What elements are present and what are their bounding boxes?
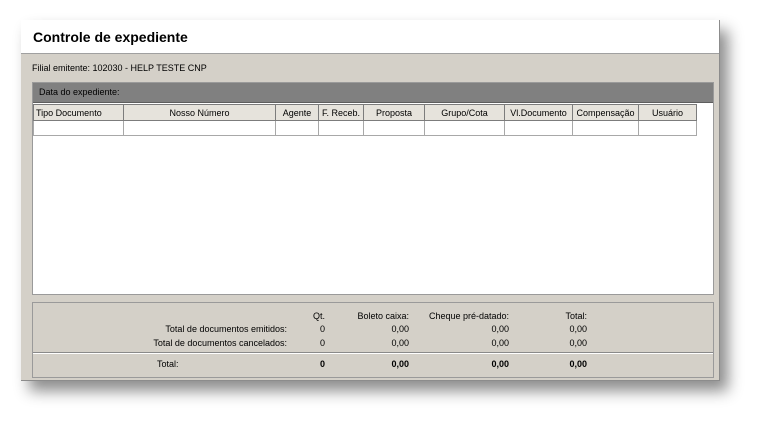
- table-cell[interactable]: [638, 120, 697, 136]
- total-emitidos-total: 0,00: [569, 324, 587, 334]
- totals-header-boleto: Boleto caixa:: [357, 311, 409, 321]
- col-header-compensacao[interactable]: Compensação: [572, 104, 639, 121]
- table-cell[interactable]: [123, 120, 276, 136]
- col-header-grupo-cota[interactable]: Grupo/Cota: [424, 104, 505, 121]
- panel-header: Data do expediente:: [33, 83, 713, 103]
- total-cancelados-qt: 0: [319, 338, 325, 348]
- totals-header-qt: Qt.: [312, 311, 325, 321]
- table-cell[interactable]: [424, 120, 505, 136]
- documents-panel: Data do expediente: Tipo Documento Nosso…: [32, 82, 714, 295]
- total-emitidos-qt: 0: [319, 324, 325, 334]
- total-cancelados-cheque: 0,00: [491, 338, 509, 348]
- total-cancelados-label: Total de documentos cancelados:: [153, 338, 287, 348]
- totals-panel: Qt. Boleto caixa: Cheque pré-datado: Tot…: [32, 302, 714, 378]
- table-cell[interactable]: [33, 120, 124, 136]
- grand-total-total: 0,00: [569, 359, 587, 369]
- total-cancelados-boleto: 0,00: [391, 338, 409, 348]
- grand-total-cheque: 0,00: [491, 359, 509, 369]
- totals-header-total: Total:: [565, 311, 587, 321]
- expediente-window: Controle de expediente Filial emitente: …: [21, 20, 720, 381]
- col-header-agente[interactable]: Agente: [275, 104, 319, 121]
- table-cell[interactable]: [363, 120, 425, 136]
- total-cancelados-total: 0,00: [569, 338, 587, 348]
- table-cell[interactable]: [318, 120, 364, 136]
- total-emitidos-boleto: 0,00: [391, 324, 409, 334]
- col-header-tipo-documento[interactable]: Tipo Documento: [33, 104, 124, 121]
- table-cell[interactable]: [572, 120, 639, 136]
- col-header-f-receb[interactable]: F. Receb.: [318, 104, 364, 121]
- grand-total-qt: 0: [319, 359, 325, 369]
- col-header-nosso-numero[interactable]: Nosso Número: [123, 104, 276, 121]
- window-title: Controle de expediente: [33, 29, 188, 45]
- documents-table: Tipo Documento Nosso Número Agente F. Re…: [33, 104, 697, 136]
- title-bar: Controle de expediente: [21, 20, 719, 54]
- col-header-usuario[interactable]: Usuário: [638, 104, 697, 121]
- table-cell[interactable]: [504, 120, 573, 136]
- totals-divider: [33, 352, 713, 354]
- filial-emitente-label: Filial emitente: 102030 - HELP TESTE CNP: [32, 63, 207, 73]
- grand-total-boleto: 0,00: [391, 359, 409, 369]
- totals-header-cheque: Cheque pré-datado:: [428, 311, 509, 321]
- table-row[interactable]: [33, 120, 697, 136]
- total-emitidos-cheque: 0,00: [491, 324, 509, 334]
- data-expediente-label: Data do expediente:: [39, 87, 120, 97]
- col-header-vl-documento[interactable]: Vl.Documento: [504, 104, 573, 121]
- total-emitidos-label: Total de documentos emitidos:: [165, 324, 287, 334]
- col-header-proposta[interactable]: Proposta: [363, 104, 425, 121]
- grand-total-label: Total:: [157, 359, 179, 369]
- table-header-row: Tipo Documento Nosso Número Agente F. Re…: [33, 104, 697, 121]
- table-cell[interactable]: [275, 120, 319, 136]
